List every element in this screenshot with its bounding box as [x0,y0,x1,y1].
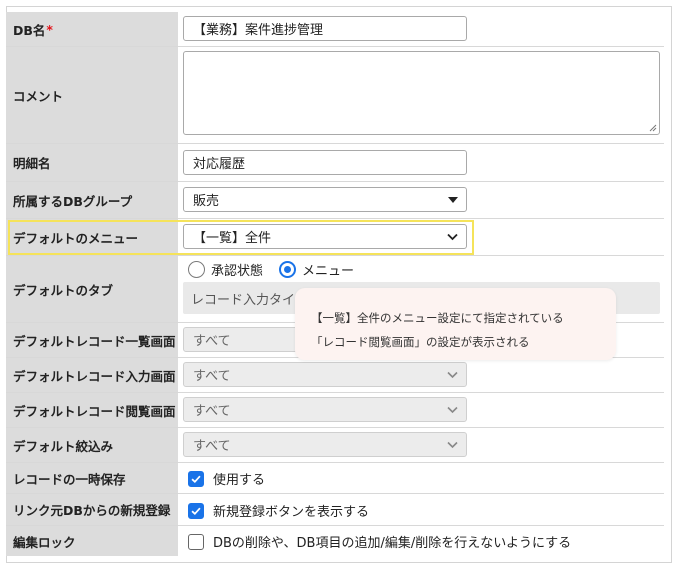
row-comment: コメント [6,47,664,143]
row-default-input-screen: デフォルトレコード入力画面 すべて [6,358,664,392]
temp-save-checkbox[interactable]: 使用する [188,469,265,488]
radio-menu[interactable]: メニュー [279,260,354,279]
checkbox-checked-icon [188,502,204,519]
default-filter-label: デフォルト絞込み [6,428,178,462]
tooltip-line-2: 「レコード閲覧画面」の設定が表示される [311,335,530,349]
default-view-screen-value: すべて [193,404,231,419]
detail-name-input[interactable]: 対応履歴 [183,150,467,175]
radio-on-icon [279,261,296,278]
row-temp-save: レコードの一時保存 使用する [6,463,664,493]
default-input-screen-value: すべて [193,369,231,384]
default-list-screen-value: すべて [193,334,231,349]
temp-save-label: レコードの一時保存 [6,463,178,493]
temp-save-checkbox-label: 使用する [213,473,266,488]
required-mark: * [46,21,53,37]
db-name-label: DB名 * [6,12,178,46]
highlight-frame [8,220,474,255]
default-view-screen-select[interactable]: すべて [183,397,467,422]
chevron-down-icon [447,441,458,448]
default-filter-select[interactable]: すべて [183,432,467,457]
default-tab-label: デフォルトのタブ [6,256,178,322]
resize-grip-icon[interactable] [648,123,657,132]
tooltip-line-1: 【一覧】全件のメニュー設定にて指定されている [311,311,564,325]
detail-name-label: 明細名 [6,144,178,181]
edit-lock-label: 編集ロック [6,526,178,556]
comment-textarea[interactable] [183,51,660,135]
default-filter-value: すべて [193,439,231,454]
tooltip-callout: 【一覧】全件のメニュー設定にて指定されている 「レコード閲覧画面」の設定が表示さ… [295,288,616,360]
dropdown-triangle-icon [448,196,458,203]
checkbox-unchecked-icon [188,533,204,550]
db-group-label: 所属するDBグループ [6,182,178,218]
chevron-down-icon [447,371,458,378]
link-new-checkbox[interactable]: 新規登録ボタンを表示する [188,501,369,520]
comment-label: コメント [6,47,178,143]
row-link-new: リンク元DBからの新規登録 新規登録ボタンを表示する [6,494,664,525]
row-db-group: 所属するDBグループ 販売 [6,182,664,218]
db-name-value: 【業務】案件進捗管理 [193,23,324,38]
radio-menu-label: メニュー [302,264,355,279]
edit-lock-checkbox-label: DBの削除や、DB項目の追加/編集/削除を行えないようにする [213,536,572,551]
default-input-screen-label: デフォルトレコード入力画面 [6,358,178,392]
db-name-input[interactable]: 【業務】案件進捗管理 [183,16,467,41]
default-list-screen-label: デフォルトレコード一覧画面 [6,323,178,357]
row-default-filter: デフォルト絞込み すべて [6,428,664,462]
radio-approval-status[interactable]: 承認状態 [188,260,263,279]
db-group-select[interactable]: 販売 [183,187,467,212]
radio-off-icon [188,261,205,278]
chevron-down-icon [447,406,458,413]
checkbox-checked-icon [188,470,204,487]
row-default-view-screen: デフォルトレコード閲覧画面 すべて [6,393,664,427]
row-db-name: DB名 * 【業務】案件進捗管理 [6,12,664,46]
db-group-value: 販売 [193,194,220,209]
row-detail-name: 明細名 対応履歴 [6,144,664,181]
row-edit-lock: 編集ロック DBの削除や、DB項目の追加/編集/削除を行えないようにする [6,526,664,556]
db-name-label-text: DB名 [13,22,46,38]
link-new-label: リンク元DBからの新規登録 [6,494,178,525]
default-input-screen-select[interactable]: すべて [183,362,467,387]
radio-approval-label: 承認状態 [211,264,264,279]
default-view-screen-label: デフォルトレコード閲覧画面 [6,393,178,427]
detail-name-value: 対応履歴 [193,157,246,172]
edit-lock-checkbox[interactable]: DBの削除や、DB項目の追加/編集/削除を行えないようにする [188,532,571,551]
record-input-type-text: レコード入力タイプ [191,292,309,308]
link-new-checkbox-label: 新規登録ボタンを表示する [213,505,370,520]
